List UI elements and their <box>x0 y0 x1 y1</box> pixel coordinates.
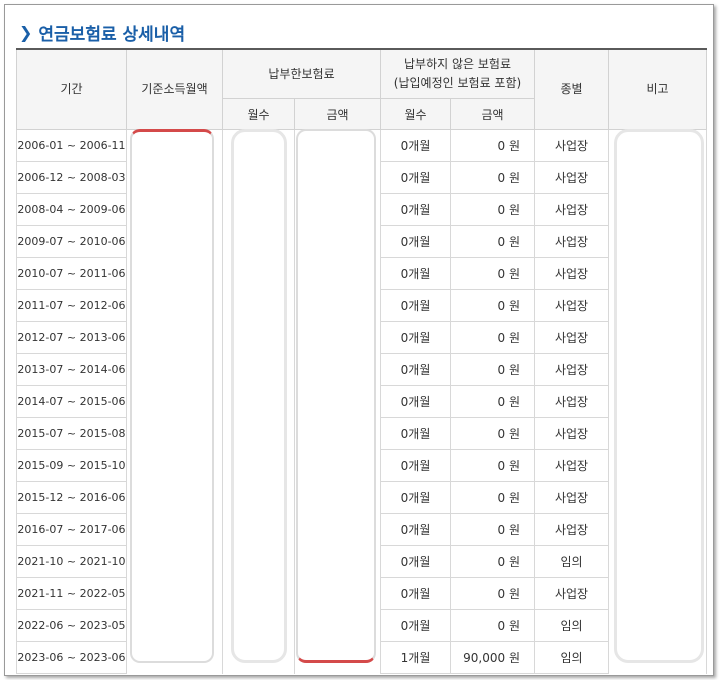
cell-unpaid-months: 0개월 <box>380 577 451 610</box>
cell-unpaid-amount: 0 원 <box>450 353 535 386</box>
cell-period: 2013-07 ~ 2014-06 <box>16 353 127 386</box>
redaction-paid-months <box>231 129 287 663</box>
cell-period: 2015-07 ~ 2015-08 <box>16 417 127 450</box>
cell-type: 사업장 <box>534 417 609 450</box>
cell-unpaid-months: 0개월 <box>380 129 451 162</box>
cell-period: 2022-06 ~ 2023-05 <box>16 609 127 642</box>
cell-type: 임의 <box>534 545 609 578</box>
redaction-note <box>614 129 704 663</box>
cell-unpaid-months: 1개월 <box>380 641 451 674</box>
cell-type: 사업장 <box>534 321 609 354</box>
header-unpaid-line1: 납부하지 않은 보험료 <box>404 57 511 71</box>
cell-type: 사업장 <box>534 481 609 514</box>
cell-unpaid-amount: 0 원 <box>450 225 535 258</box>
cell-unpaid-amount: 0 원 <box>450 545 535 578</box>
cell-period: 2021-11 ~ 2022-05 <box>16 577 127 610</box>
cell-type: 사업장 <box>534 129 609 162</box>
cell-unpaid-months: 0개월 <box>380 449 451 482</box>
cell-period: 2010-07 ~ 2011-06 <box>16 257 127 290</box>
cell-unpaid-amount: 0 원 <box>450 385 535 418</box>
cell-period: 2008-04 ~ 2009-06 <box>16 193 127 226</box>
header-unpaid-group: 납부하지 않은 보험료 (납입예정인 보험료 포함) <box>380 48 535 99</box>
redaction-paid-amount <box>296 129 376 663</box>
cell-unpaid-months: 0개월 <box>380 289 451 322</box>
cell-unpaid-months: 0개월 <box>380 545 451 578</box>
header-unpaid-line2: (납입예정인 보험료 포함) <box>393 76 522 90</box>
cell-period: 2015-09 ~ 2015-10 <box>16 449 127 482</box>
redaction-base-income <box>130 129 214 663</box>
cell-unpaid-amount: 0 원 <box>450 321 535 354</box>
cell-period: 2015-12 ~ 2016-06 <box>16 481 127 514</box>
cell-unpaid-months: 0개월 <box>380 385 451 418</box>
cell-unpaid-months: 0개월 <box>380 513 451 546</box>
cell-unpaid-amount: 90,000 원 <box>450 641 535 674</box>
cell-unpaid-months: 0개월 <box>380 609 451 642</box>
cell-unpaid-months: 0개월 <box>380 257 451 290</box>
header-type: 종별 <box>534 48 609 130</box>
cell-unpaid-months: 0개월 <box>380 225 451 258</box>
cell-period: 2016-07 ~ 2017-06 <box>16 513 127 546</box>
cell-unpaid-amount: 0 원 <box>450 257 535 290</box>
cell-unpaid-amount: 0 원 <box>450 449 535 482</box>
section-title: ❯ 연금보험료 상세내역 <box>19 20 186 45</box>
header-period: 기간 <box>16 48 127 130</box>
cell-type: 사업장 <box>534 161 609 194</box>
cell-unpaid-months: 0개월 <box>380 417 451 450</box>
cell-type: 사업장 <box>534 577 609 610</box>
cell-period: 2023-06 ~ 2023-06 <box>16 641 127 674</box>
header-unpaid-months: 월수 <box>380 98 451 130</box>
cell-period: 2021-10 ~ 2021-10 <box>16 545 127 578</box>
cell-unpaid-months: 0개월 <box>380 321 451 354</box>
cell-type: 사업장 <box>534 257 609 290</box>
header-paid-months: 월수 <box>222 98 295 130</box>
cell-unpaid-amount: 0 원 <box>450 609 535 642</box>
cell-period: 2012-07 ~ 2013-06 <box>16 321 127 354</box>
cell-unpaid-months: 0개월 <box>380 353 451 386</box>
header-unpaid-amount: 금액 <box>450 98 535 130</box>
cell-unpaid-amount: 0 원 <box>450 161 535 194</box>
cell-unpaid-months: 0개월 <box>380 161 451 194</box>
cell-type: 사업장 <box>534 385 609 418</box>
cell-type: 사업장 <box>534 225 609 258</box>
cell-unpaid-amount: 0 원 <box>450 481 535 514</box>
header-paid-group: 납부한보험료 <box>222 48 381 99</box>
cell-period: 2014-07 ~ 2015-06 <box>16 385 127 418</box>
cell-type: 사업장 <box>534 353 609 386</box>
cell-period: 2006-12 ~ 2008-03 <box>16 161 127 194</box>
cell-unpaid-amount: 0 원 <box>450 289 535 322</box>
cell-unpaid-months: 0개월 <box>380 481 451 514</box>
cell-type: 임의 <box>534 609 609 642</box>
header-base-income: 기준소득월액 <box>126 48 223 130</box>
section-title-text: 연금보험료 상세내역 <box>38 24 186 45</box>
cell-unpaid-amount: 0 원 <box>450 193 535 226</box>
chevron-right-icon: ❯ <box>19 22 33 42</box>
header-paid-amount: 금액 <box>294 98 381 130</box>
cell-unpaid-amount: 0 원 <box>450 577 535 610</box>
cell-unpaid-amount: 0 원 <box>450 129 535 162</box>
cell-type: 사업장 <box>534 449 609 482</box>
header-note: 비고 <box>608 48 707 130</box>
cell-unpaid-amount: 0 원 <box>450 417 535 450</box>
cell-unpaid-months: 0개월 <box>380 193 451 226</box>
cell-period: 2006-01 ~ 2006-11 <box>16 129 127 162</box>
cell-type: 사업장 <box>534 513 609 546</box>
cell-period: 2009-07 ~ 2010-06 <box>16 225 127 258</box>
cell-type: 사업장 <box>534 289 609 322</box>
cell-period: 2011-07 ~ 2012-06 <box>16 289 127 322</box>
cell-type: 임의 <box>534 641 609 674</box>
cell-type: 사업장 <box>534 193 609 226</box>
cell-unpaid-amount: 0 원 <box>450 513 535 546</box>
